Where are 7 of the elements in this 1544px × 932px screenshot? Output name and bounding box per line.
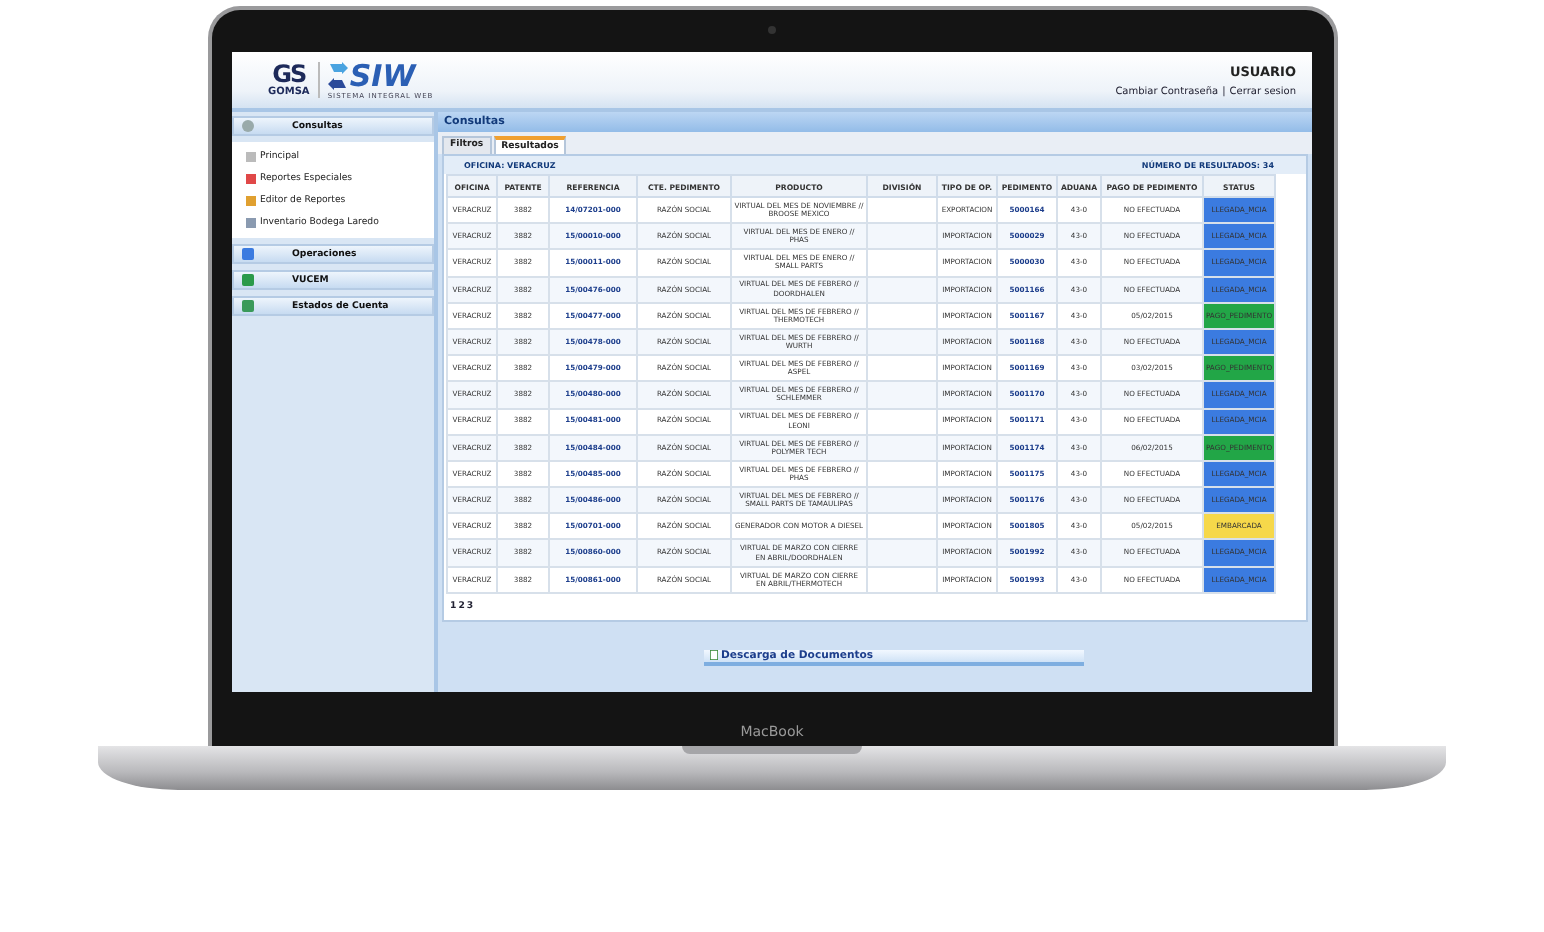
section-icon: [242, 274, 254, 286]
arrows-icon: [327, 62, 348, 90]
section-icon: [242, 248, 254, 260]
section-icon: [242, 120, 254, 132]
logo-mark: GS: [272, 62, 306, 86]
app-name: SIW: [349, 61, 416, 91]
section-icon: [242, 300, 254, 312]
